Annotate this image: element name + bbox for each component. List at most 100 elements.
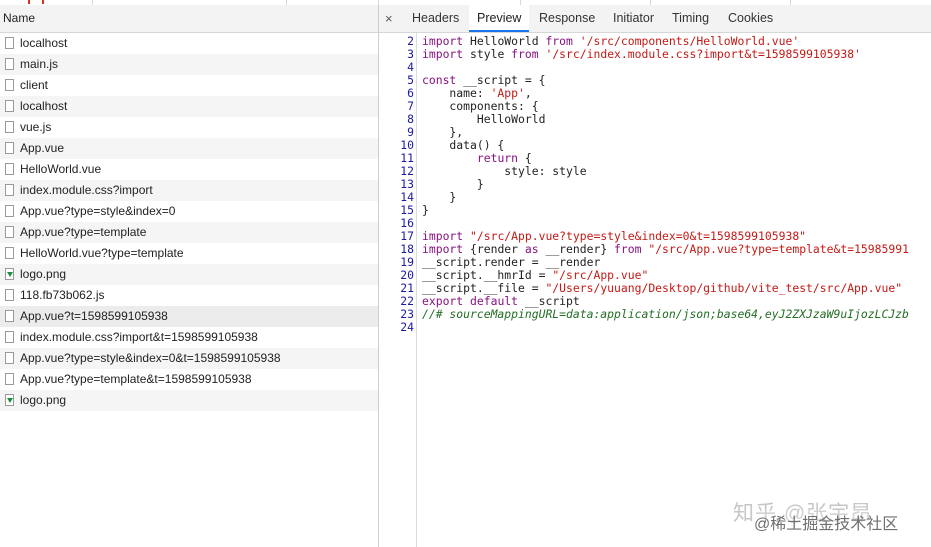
code-token: __script.render = __render [422,255,601,269]
request-row[interactable]: index.module.css?import&t=1598599105938 [0,327,378,348]
request-row[interactable]: App.vue?type=template [0,222,378,243]
document-file-icon [5,205,14,217]
request-name: App.vue?type=template [20,225,147,239]
request-row[interactable]: logo.png [0,390,378,411]
request-row[interactable]: App.vue?type=style&index=0 [0,201,378,222]
request-row[interactable]: HelloWorld.vue?type=template [0,243,378,264]
indicator-mark [28,0,30,4]
document-file-icon [5,226,14,238]
request-row[interactable]: App.vue [0,138,378,159]
code-token: 'App' [490,86,525,100]
request-row[interactable]: App.vue?type=style&index=0&t=15985991059… [0,348,378,369]
detail-tab-bar: × Headers Preview Response Initiator Tim… [379,5,931,33]
code-token: '/src/index.module.css?import&t=15985991… [545,47,861,61]
code-token: data() { [422,138,505,152]
request-row[interactable]: localhost [0,33,378,54]
request-name: App.vue?t=1598599105938 [20,309,168,323]
request-name: vue.js [20,120,52,134]
code-token: import [422,47,464,61]
code-token: __script.__hmrId = [422,268,553,282]
document-file-icon [5,331,14,343]
request-name: localhost [20,99,68,113]
image-file-icon [5,394,14,406]
request-name: localhost [20,36,68,50]
document-file-icon [5,37,14,49]
code-token: "/src/App.vue?type=template&t=15985991 [648,242,909,256]
tab-timing[interactable]: Timing [664,5,717,32]
request-name: App.vue [20,141,65,155]
document-file-icon [5,247,14,259]
request-row[interactable]: index.module.css?import [0,180,378,201]
request-row[interactable]: localhost [0,96,378,117]
code-line: 14 } [379,191,931,204]
code-token: {render [463,242,525,256]
close-icon[interactable]: × [385,5,393,32]
code-token: from [614,242,642,256]
request-list-panel: Name localhost main.js client localhost vue.… [0,5,379,547]
code-token: default [470,294,519,308]
code-text: //# sourceMappingURL=data:application/js… [422,308,909,321]
request-name: client [20,78,49,92]
request-row[interactable]: main.js [0,54,378,75]
document-file-icon [5,310,14,322]
request-row[interactable]: App.vue?type=template&t=1598599105938 [0,369,378,390]
document-file-icon [5,289,14,301]
document-file-icon [5,373,14,385]
request-name: 118.fb73b062.js [20,288,105,302]
tab-cookies[interactable]: Cookies [720,5,781,32]
code-token: export [422,294,464,308]
tab-initiator[interactable]: Initiator [605,5,662,32]
request-row[interactable]: HelloWorld.vue [0,159,378,180]
code-line: 3 import style from '/src/index.module.cs… [379,48,931,61]
code-token: '/src/components/HelloWorld.vue' [579,34,800,48]
name-column-header[interactable]: Name [0,5,378,33]
request-name: index.module.css?import&t=1598599105938 [20,330,258,344]
code-token: style: style [422,164,587,178]
indicator-mark [42,0,44,4]
code-token: //# sourceMappingURL=data:application/js… [422,307,909,321]
code-token: import [422,229,464,243]
code-token: HelloWorld [422,112,546,126]
document-file-icon [5,58,14,70]
request-row[interactable]: App.vue?t=1598599105938 [0,306,378,327]
code-token: return [476,151,519,165]
code-token: __script = { [456,73,546,87]
document-file-icon [5,121,14,133]
document-file-icon [5,184,14,196]
tab-preview[interactable]: Preview [469,5,530,32]
request-name: App.vue?type=style&index=0&t=15985991059… [20,351,281,365]
code-preview[interactable]: 2 import HelloWorld from '/src/components… [379,33,931,547]
code-token: "/src/App.vue" [552,268,649,282]
code-line: 23//# sourceMappingURL=data:application/… [379,308,931,321]
request-name: logo.png [20,393,67,407]
request-row[interactable]: vue.js [0,117,378,138]
request-name: App.vue?type=style&index=0 [20,204,176,218]
code-line: 15} [379,204,931,217]
request-row[interactable]: 118.fb73b062.js [0,285,378,306]
code-token: from [511,47,539,61]
code-token: "/src/App.vue?type=style&index=0&t=15985… [470,229,807,243]
request-name: HelloWorld.vue [20,162,102,176]
request-name: App.vue?type=template&t=1598599105938 [20,372,252,386]
document-file-icon [5,352,14,364]
tab-headers[interactable]: Headers [404,5,467,32]
document-file-icon [5,79,14,91]
tab-response[interactable]: Response [531,5,603,32]
code-token: as [524,242,539,256]
code-token: name: [422,86,491,100]
code-token: HelloWorld [463,34,546,48]
code-line: 13 } [379,178,931,191]
code-token: } [422,190,457,204]
code-line: 24 [379,321,931,334]
code-token: import [422,242,464,256]
code-token: "/Users/yuuang/Desktop/github/vite_test/… [545,281,903,295]
request-name: HelloWorld.vue?type=template [20,246,184,260]
request-row[interactable]: client [0,75,378,96]
request-row[interactable]: logo.png [0,264,378,285]
code-token: style [463,47,512,61]
code-token: } [422,177,484,191]
code-token: { [518,151,532,165]
code-token: components: { [422,99,539,113]
code-token: const [422,73,457,87]
